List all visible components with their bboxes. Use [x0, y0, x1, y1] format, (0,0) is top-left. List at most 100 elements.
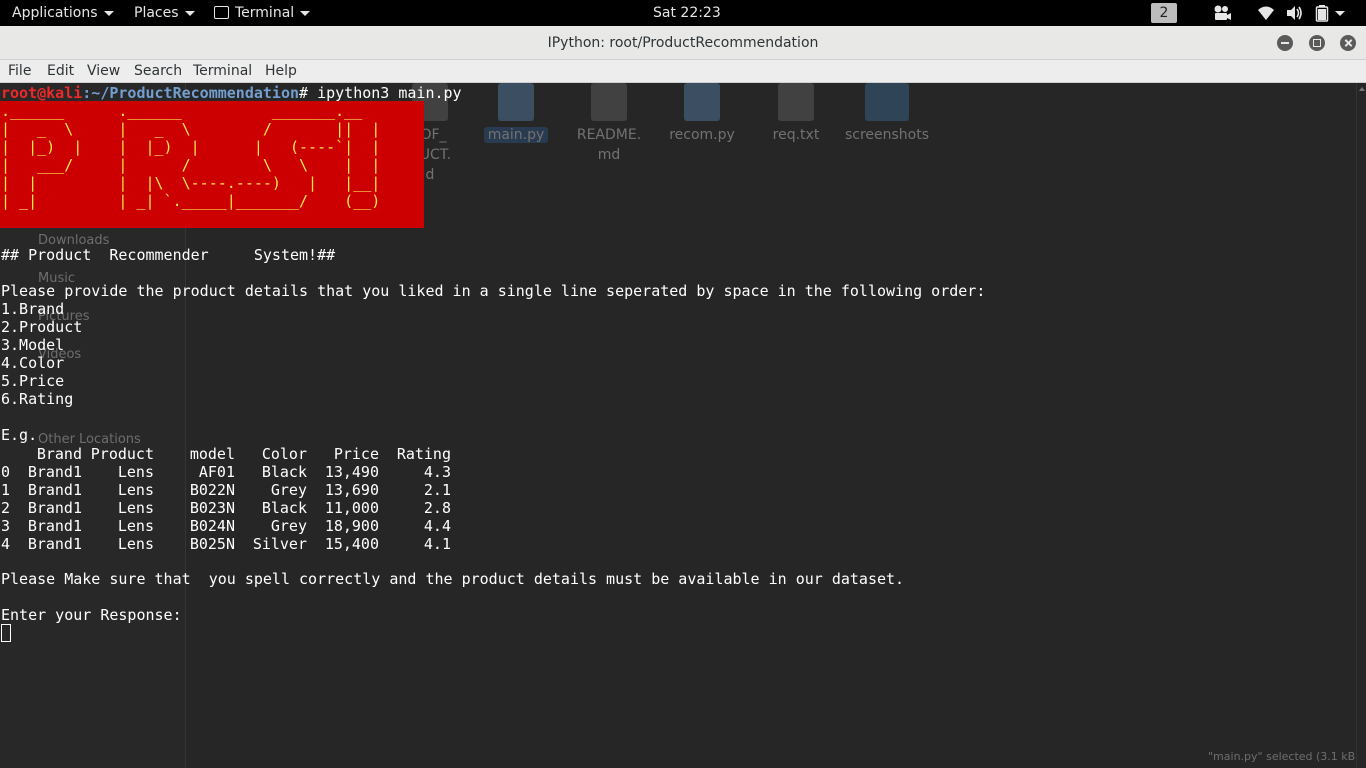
applications-menu[interactable]: Applications: [12, 0, 114, 26]
scroll-up-icon[interactable]: [1359, 87, 1365, 91]
table-cell: 2.8: [423, 499, 451, 517]
window-title: IPython: root/ProductRecommendation: [547, 35, 819, 51]
prompt-path: :~/ProductRecommendation: [82, 84, 300, 102]
file-name: recom.py: [669, 127, 735, 143]
table-row: 3 Brand1 Lens B024N Grey 18,900 4.4: [1, 517, 451, 535]
menu-view[interactable]: View: [87, 60, 120, 82]
table-cell: Brand1: [27, 463, 82, 481]
field-item: 1.Brand: [1, 300, 65, 318]
workspace-indicator[interactable]: 2: [1151, 3, 1177, 23]
column-header: Rating: [396, 445, 451, 463]
banner-line: | _ \ | _ \ / || |: [1, 120, 381, 138]
ascii-art-banner: .______ .______ _______.__ | _ \ | _ \ /…: [0, 101, 424, 228]
terminal-view[interactable]: Downloads Music Pictures Videos Other Lo…: [0, 83, 1356, 768]
table-cell: Silver: [252, 535, 307, 553]
table-cell: Brand1: [27, 481, 82, 499]
command-prompt-line: root@kali:~/ProductRecommendation# ipyth…: [1, 84, 462, 102]
table-cell: Lens: [117, 535, 154, 553]
volume-icon[interactable]: [1285, 4, 1303, 22]
banner-line: | | | |\ \----.----) | |__|: [1, 174, 381, 192]
banner-line: | |_) | | |_) | | (----`| |: [1, 138, 381, 156]
table-cell: Brand1: [27, 517, 82, 535]
table-cell: 4.4: [423, 517, 451, 535]
warning-text: Please Make sure that you spell correctl…: [1, 570, 905, 588]
terminal-app-menu[interactable]: Terminal: [214, 0, 311, 26]
battery-icon[interactable]: [1315, 4, 1329, 22]
table-row: 0 Brand1 Lens AF01 Black 13,490 4.3: [1, 463, 451, 481]
file-name: screenshots: [844, 127, 930, 143]
instruction-text: Please provide the product details that …: [1, 282, 986, 300]
file-item: README. md: [559, 83, 659, 165]
menu-help[interactable]: Help: [265, 60, 297, 82]
places-menu[interactable]: Places: [134, 0, 195, 26]
table-cell: Brand1: [27, 499, 82, 517]
selection-status: "main.py" selected (3.1 kB): [1208, 750, 1356, 763]
column-header: Color: [261, 445, 307, 463]
table-cell: Grey: [270, 517, 307, 535]
banner-line: | ___/ | / \ \ | |: [1, 156, 381, 174]
field-item: 2.Product: [1, 318, 83, 336]
file-name: main.py: [483, 127, 549, 143]
prompt-command: # ipython3 main.py: [299, 84, 462, 102]
table-cell: B025N: [189, 535, 235, 553]
field-item: 6.Rating: [1, 390, 74, 408]
python-file-icon: [498, 83, 534, 121]
wifi-icon[interactable]: [1257, 4, 1275, 22]
table-cell: AF01: [198, 463, 235, 481]
table-cell: B023N: [189, 499, 235, 517]
table-cell: Brand1: [27, 535, 82, 553]
prompt-user: root@kali: [1, 84, 83, 102]
file-item: main.py: [466, 83, 566, 145]
terminal-icon: [214, 5, 229, 19]
banner-line: | _| | _| `._____|_______/ (__): [1, 192, 381, 210]
menu-edit[interactable]: Edit: [47, 60, 74, 82]
table-cell: 15,400: [324, 535, 379, 553]
folder-icon: [865, 83, 909, 121]
example-label: E.g.: [1, 426, 38, 444]
table-cell: Lens: [117, 481, 154, 499]
python-file-icon: [684, 83, 720, 121]
table-cell: Grey: [270, 481, 307, 499]
places-label: Places: [134, 5, 179, 21]
terminal-app-label: Terminal: [235, 5, 295, 21]
menu-file[interactable]: File: [8, 60, 31, 82]
text-cursor[interactable]: [1, 624, 11, 642]
table-cell: Lens: [117, 463, 154, 481]
table-cell: Lens: [117, 499, 154, 517]
table-row: 2 Brand1 Lens B023N Black 11,000 2.8: [1, 499, 451, 517]
maximize-button[interactable]: [1309, 35, 1325, 51]
minimize-button[interactable]: [1277, 35, 1293, 51]
table-cell: Black: [261, 463, 307, 481]
document-icon: [591, 83, 627, 121]
close-button[interactable]: [1340, 35, 1356, 51]
power-menu-icon[interactable]: [1335, 11, 1345, 16]
file-item: recom.py: [652, 83, 752, 145]
applications-label: Applications: [12, 5, 98, 21]
app-heading: ## Product Recommender System!##: [1, 246, 336, 264]
table-cell: B022N: [189, 481, 235, 499]
column-header: Product: [90, 445, 154, 463]
table-row: 4 Brand1 Lens B025N Silver 15,400 4.1: [1, 535, 451, 553]
column-header: Price: [333, 445, 379, 463]
file-item: screenshots: [837, 83, 937, 145]
field-item: 5.Price: [1, 372, 65, 390]
camera-icon[interactable]: [1212, 4, 1232, 22]
field-item: 4.Color: [1, 354, 65, 372]
table-cell: 13,490: [324, 463, 379, 481]
table-cell: 18,900: [324, 517, 379, 535]
table-row: 1 Brand1 Lens B022N Grey 13,690 2.1: [1, 481, 451, 499]
window-titlebar[interactable]: IPython: root/ProductRecommendation: [0, 26, 1366, 60]
chevron-down-icon: [103, 10, 114, 16]
menu-terminal[interactable]: Terminal: [193, 60, 252, 82]
banner-line: .______ .______ _______.__: [1, 102, 363, 120]
menu-bar: File Edit View Search Terminal Help: [0, 60, 1366, 83]
clock[interactable]: Sat 22:23: [653, 0, 721, 26]
table-cell: Lens: [117, 517, 154, 535]
document-icon: [778, 83, 814, 121]
terminal-scrollbar[interactable]: [1356, 83, 1366, 768]
table-cell: 11,000: [324, 499, 379, 517]
file-name: req.txt: [772, 127, 820, 143]
menu-search[interactable]: Search: [134, 60, 182, 82]
table-header-row: Brand Product model Color Price Rating: [1, 445, 451, 463]
file-item: req.txt: [746, 83, 846, 145]
